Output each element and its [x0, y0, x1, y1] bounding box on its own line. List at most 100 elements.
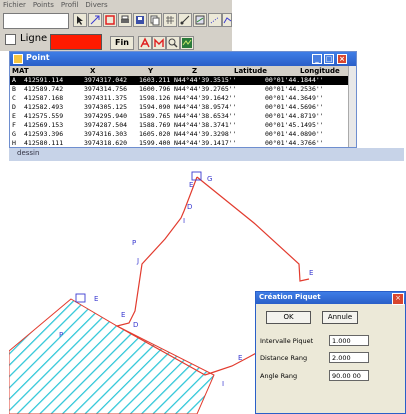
magnifier-icon[interactable]: [166, 36, 180, 50]
minimize-icon[interactable]: _: [312, 54, 322, 64]
intervalle-piquet-label: Intervalle Piquet: [260, 337, 314, 345]
cell-x: 412589.742: [24, 85, 64, 93]
toolbar: Ligne Fin: [0, 11, 232, 51]
cell-x: 412569.153: [24, 121, 64, 129]
dialog-title: Création Piquet: [259, 293, 321, 301]
menu-divers[interactable]: Divers: [82, 0, 111, 9]
cell-mat: C: [12, 94, 16, 102]
map-layer-icon[interactable]: [180, 36, 194, 50]
ok-button[interactable]: OK: [266, 311, 311, 324]
app-icon: [13, 54, 23, 64]
table-row[interactable]: C 412587.168 3974311.375 1598.126 N44°44'39.…: [10, 94, 348, 103]
print-icon[interactable]: [118, 13, 132, 27]
cell-x: 412587.168: [24, 94, 64, 102]
close-icon[interactable]: ×: [392, 293, 404, 305]
table-row[interactable]: H 412580.111 3974318.620 1599.400 N44°44'39.…: [10, 139, 348, 147]
red-square-icon[interactable]: [103, 13, 117, 27]
grid-icon[interactable]: [163, 13, 177, 27]
cell-lon: 00°01'44.3649'': [265, 94, 324, 102]
cell-y: 3974311.375: [84, 94, 128, 102]
point-table-header: MAT X Y Z Latitude Longitude: [10, 66, 348, 76]
menu-fichier[interactable]: Fichier: [0, 0, 30, 9]
cell-y: 3974317.042: [84, 76, 128, 84]
cell-mat: D: [12, 103, 16, 111]
line-color-swatch[interactable]: [50, 34, 102, 50]
save-icon[interactable]: [133, 13, 147, 27]
point-table-scrollbar[interactable]: [348, 66, 356, 147]
point-window-title: Point: [26, 53, 50, 62]
point-label: D: [133, 321, 138, 329]
dessin-window-titlebar[interactable]: dessin: [9, 148, 404, 161]
cell-lat: N44°44'39.3298'': [174, 130, 237, 138]
cell-lon: 00°01'44.2536'': [265, 85, 324, 93]
zoom-window-icon[interactable]: [193, 13, 207, 27]
angle-rang-input[interactable]: 90.00 00: [329, 370, 369, 381]
table-row[interactable]: E 412575.559 3974295.940 1589.765 N44°44'38.…: [10, 112, 348, 121]
measure-icon[interactable]: [178, 13, 192, 27]
cell-lat: N44°44'38.3741'': [174, 121, 237, 129]
dotted-line-icon[interactable]: [208, 13, 222, 27]
col-header-x[interactable]: X: [90, 67, 95, 75]
cell-z: 1600.796: [139, 85, 171, 93]
col-header-mat[interactable]: MAT: [12, 67, 29, 75]
cell-mat: E: [12, 112, 16, 120]
cell-mat: G: [12, 130, 16, 138]
point-window: Point _ □ × MAT X Y Z Latitude Longitude…: [9, 51, 357, 148]
point-window-titlebar[interactable]: Point _ □ ×: [10, 52, 356, 66]
ligne-label: Ligne: [20, 33, 48, 44]
point-label: E: [121, 311, 125, 319]
red-m-tool-icon[interactable]: [152, 36, 166, 50]
cell-y: 3974295.940: [84, 112, 128, 120]
cell-y: 3974318.620: [84, 139, 128, 147]
table-row[interactable]: D 412582.493 3974305.125 1594.090 N44°44'38.…: [10, 103, 348, 112]
table-row[interactable]: B 412589.742 3974314.756 1600.796 N44°44'39.…: [10, 85, 348, 94]
parcel-marker-icon[interactable]: [75, 293, 86, 303]
table-row[interactable]: A 412591.114 3974317.042 1603.211 N44°44'39.…: [10, 76, 348, 85]
annule-button[interactable]: Annule: [322, 311, 358, 324]
intervalle-piquet-input[interactable]: 1.000: [329, 335, 369, 346]
menu-points[interactable]: Points: [30, 0, 58, 9]
cell-z: 1588.769: [139, 121, 171, 129]
cell-mat: F: [12, 121, 16, 129]
point-label: E: [238, 354, 242, 362]
pointer-arrow-icon[interactable]: [73, 13, 87, 27]
cell-mat: B: [12, 85, 16, 93]
col-header-longitude[interactable]: Longitude: [300, 67, 340, 75]
cell-lon: 00°01'44.8719'': [265, 112, 324, 120]
select-tool-icon[interactable]: [88, 13, 102, 27]
point-label: D: [187, 203, 192, 211]
ligne-checkbox[interactable]: [5, 34, 16, 45]
dialog-titlebar[interactable]: Création Piquet ×: [256, 292, 405, 305]
col-header-z[interactable]: Z: [192, 67, 197, 75]
cell-lat: N44°44'38.6534'': [174, 112, 237, 120]
cell-mat: A: [12, 76, 16, 84]
copy-icon[interactable]: [148, 13, 162, 27]
menu-bar: Fichier Points Profil Divers: [0, 0, 232, 11]
col-header-latitude[interactable]: Latitude: [234, 67, 267, 75]
maximize-icon[interactable]: □: [324, 54, 334, 64]
creation-piquet-dialog: Création Piquet × OK Annule Intervalle P…: [255, 291, 406, 414]
cell-lon: 00°01'44.3766'': [265, 139, 324, 147]
col-header-y[interactable]: Y: [148, 67, 153, 75]
menu-profil[interactable]: Profil: [58, 0, 82, 9]
dessin-window-title: dessin: [17, 149, 40, 157]
red-a-tool-icon[interactable]: [138, 36, 152, 50]
point-label: P: [132, 239, 136, 247]
table-row[interactable]: G 412593.396 3974316.303 1605.020 N44°44'39.…: [10, 130, 348, 139]
cell-y: 3974305.125: [84, 103, 128, 111]
cell-x: 412593.396: [24, 130, 64, 138]
survey-polyline-branch[interactable]: [196, 176, 310, 282]
cell-x: 412582.493: [24, 103, 64, 111]
table-row[interactable]: F 412569.153 3974287.504 1588.769 N44°44'38.…: [10, 121, 348, 130]
cell-z: 1598.126: [139, 94, 171, 102]
point-name-input[interactable]: [3, 13, 69, 29]
distance-rang-input[interactable]: 2.000: [329, 352, 369, 363]
close-icon[interactable]: ×: [337, 54, 347, 64]
cell-y: 3974316.303: [84, 130, 128, 138]
point-label: I: [183, 217, 185, 225]
hatched-parcel[interactable]: [9, 298, 215, 414]
polyline-icon[interactable]: [222, 13, 232, 27]
fin-button[interactable]: Fin: [110, 36, 134, 50]
cell-lat: N44°44'39.3515'': [174, 76, 237, 84]
point-label: J: [136, 257, 139, 265]
